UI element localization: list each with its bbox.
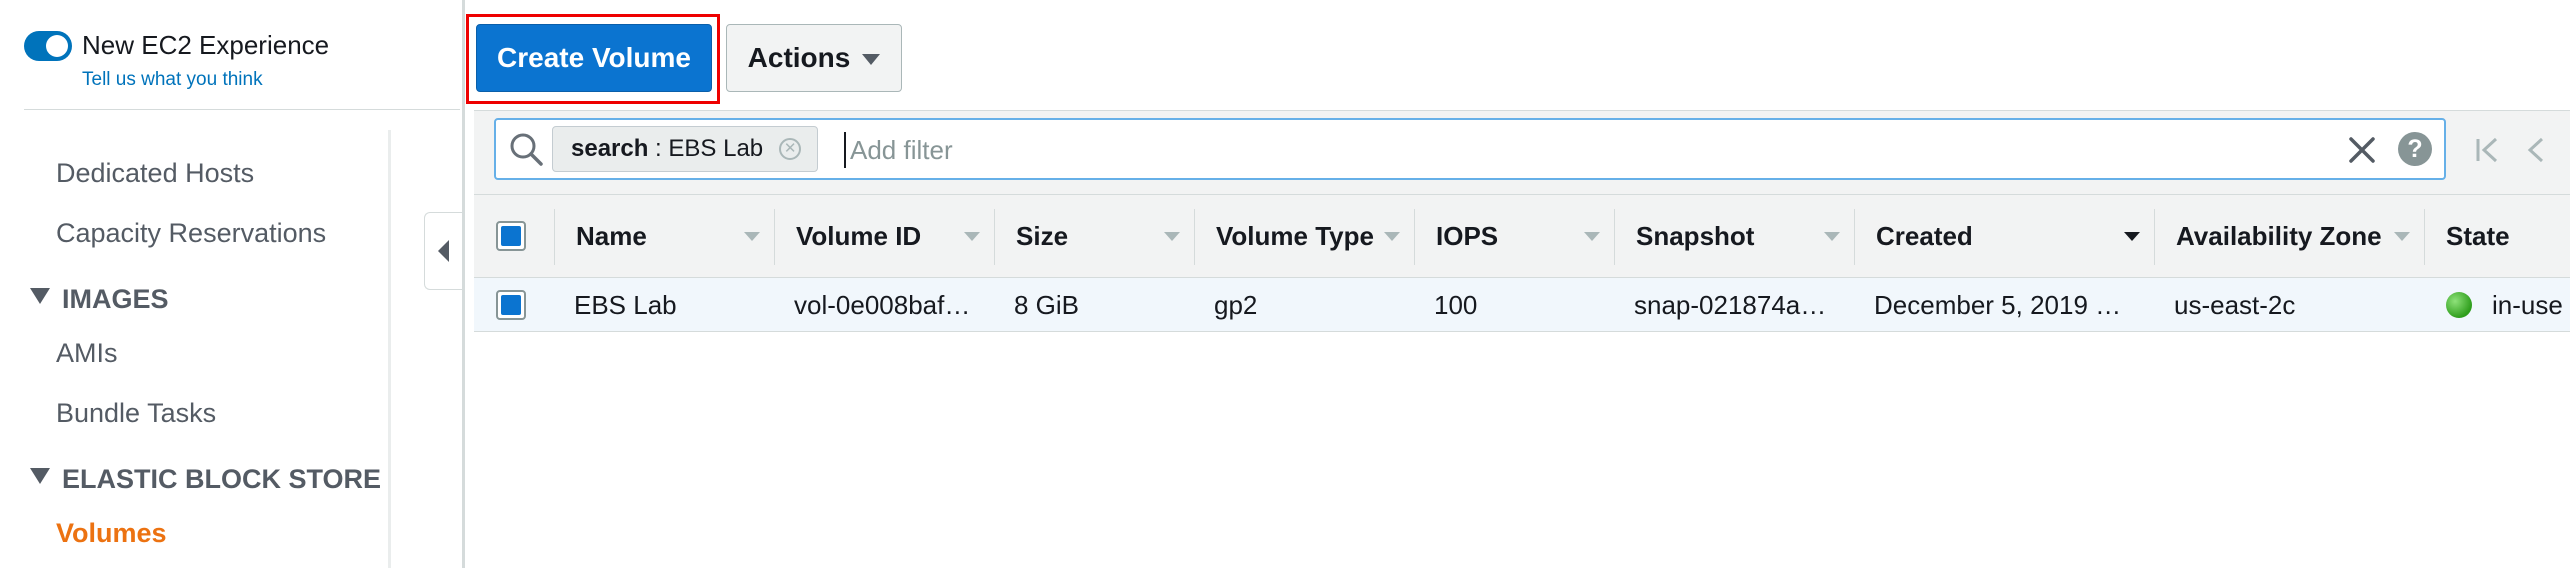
- row-checkbox[interactable]: [496, 290, 526, 320]
- table-header: Name Volume ID Size Volume Type IOPS Sna…: [474, 194, 2570, 278]
- sidebar-item-capacity-reservations[interactable]: Capacity Reservations: [56, 218, 326, 249]
- sort-icon[interactable]: [1584, 195, 1604, 277]
- column-separator: [2154, 209, 2155, 265]
- sort-icon[interactable]: [1824, 195, 1844, 277]
- column-label: State: [2446, 220, 2510, 251]
- sidebar-item-dedicated-hosts[interactable]: Dedicated Hosts: [56, 158, 254, 189]
- column-label: Volume ID: [796, 220, 922, 251]
- remove-chip-icon[interactable]: ✕: [779, 138, 802, 160]
- column-header-name[interactable]: Name: [576, 195, 647, 277]
- toggle-switch[interactable]: [24, 31, 72, 61]
- add-filter-input[interactable]: [844, 132, 2324, 168]
- column-separator: [774, 209, 775, 265]
- sidebar-item-amis[interactable]: AMIs: [56, 338, 118, 369]
- select-all-checkbox[interactable]: [496, 221, 526, 251]
- column-label: Snapshot: [1636, 220, 1755, 251]
- new-experience-label: New EC2 Experience: [82, 30, 330, 60]
- column-label: Created: [1876, 220, 1973, 251]
- first-page-icon[interactable]: [2472, 134, 2504, 166]
- state-label: in-use: [2492, 289, 2563, 320]
- sidebar-item-volumes[interactable]: Volumes: [56, 518, 167, 549]
- column-separator: [994, 209, 995, 265]
- cell-availability-zone: us-east-2c: [2174, 289, 2296, 320]
- cell-volume-id: vol-0e008baf…: [794, 289, 971, 320]
- sort-icon[interactable]: [1164, 195, 1184, 277]
- search-icon: [510, 133, 543, 166]
- sidebar-item-bundle-tasks[interactable]: Bundle Tasks: [56, 398, 216, 429]
- sort-icon[interactable]: [744, 195, 764, 277]
- clear-filter-icon[interactable]: [2346, 134, 2378, 166]
- column-separator: [1194, 209, 1195, 265]
- actions-label: Actions: [747, 42, 851, 73]
- cell-created: December 5, 2019 …: [1874, 289, 2122, 320]
- sort-icon[interactable]: [964, 195, 984, 277]
- sort-icon[interactable]: [1384, 195, 1404, 277]
- column-separator: [554, 209, 555, 265]
- cell-name: EBS Lab: [574, 289, 677, 320]
- column-separator: [2424, 209, 2425, 265]
- help-icon[interactable]: ?: [2398, 132, 2432, 166]
- sidebar-scrollbar[interactable]: [388, 130, 391, 568]
- column-header-iops[interactable]: IOPS: [1436, 195, 1498, 277]
- column-label: Name: [576, 220, 647, 251]
- filter-chip-separator: :: [648, 135, 669, 162]
- sidebar-divider: [24, 109, 460, 110]
- sidebar-section-ebs[interactable]: ELASTIC BLOCK STORE: [30, 464, 381, 495]
- column-label: Availability Zone: [2176, 220, 2382, 251]
- collapse-sidebar-button[interactable]: [424, 212, 464, 290]
- cell-size: 8 GiB: [1014, 289, 1080, 320]
- new-experience-toggle[interactable]: [24, 28, 72, 61]
- column-label: Volume Type: [1216, 220, 1374, 251]
- column-header-availability-zone[interactable]: Availability Zone: [2176, 195, 2382, 277]
- column-separator: [1614, 209, 1615, 265]
- filter-chip-key: search: [571, 135, 649, 162]
- status-ok-icon: [2446, 292, 2472, 318]
- column-separator: [1414, 209, 1415, 265]
- column-header-created[interactable]: Created: [1876, 195, 1973, 277]
- expand-triangle-icon: [30, 468, 50, 484]
- chevron-left-icon: [438, 240, 449, 262]
- sidebar-section-images[interactable]: IMAGES: [30, 284, 169, 315]
- sort-desc-icon[interactable]: [2124, 195, 2144, 277]
- column-header-snapshot[interactable]: Snapshot: [1636, 195, 1754, 277]
- cell-state: in-use: [2446, 278, 2563, 332]
- previous-page-icon[interactable]: [2522, 134, 2550, 166]
- filter-chip-value: EBS Lab: [668, 135, 764, 162]
- feedback-link[interactable]: Tell us what you think: [82, 69, 263, 91]
- cell-volume-type: gp2: [1214, 289, 1258, 320]
- sort-icon[interactable]: [2394, 195, 2414, 277]
- actions-button[interactable]: Actions: [726, 24, 902, 92]
- create-volume-button[interactable]: Create Volume: [476, 24, 712, 92]
- column-label: Size: [1016, 220, 1069, 251]
- cell-iops: 100: [1434, 289, 1478, 320]
- sidebar-section-label: IMAGES: [62, 284, 169, 314]
- expand-triangle-icon: [30, 288, 50, 304]
- cell-snapshot: snap-021874a…: [1634, 289, 1827, 320]
- column-header-volume-id[interactable]: Volume ID: [796, 195, 921, 277]
- chevron-down-icon: [862, 54, 881, 65]
- column-header-state[interactable]: State: [2446, 195, 2510, 277]
- panel-divider: [462, 0, 465, 568]
- column-separator: [1854, 209, 1855, 265]
- column-header-size[interactable]: Size: [1016, 195, 1068, 277]
- ec2-console: New EC2 Experience Tell us what you thin…: [0, 0, 2570, 568]
- sidebar-section-label: ELASTIC BLOCK STORE: [62, 464, 382, 494]
- column-label: IOPS: [1436, 220, 1499, 251]
- filter-chip[interactable]: search : EBS Lab ✕: [552, 126, 819, 172]
- column-header-volume-type[interactable]: Volume Type: [1216, 195, 1374, 277]
